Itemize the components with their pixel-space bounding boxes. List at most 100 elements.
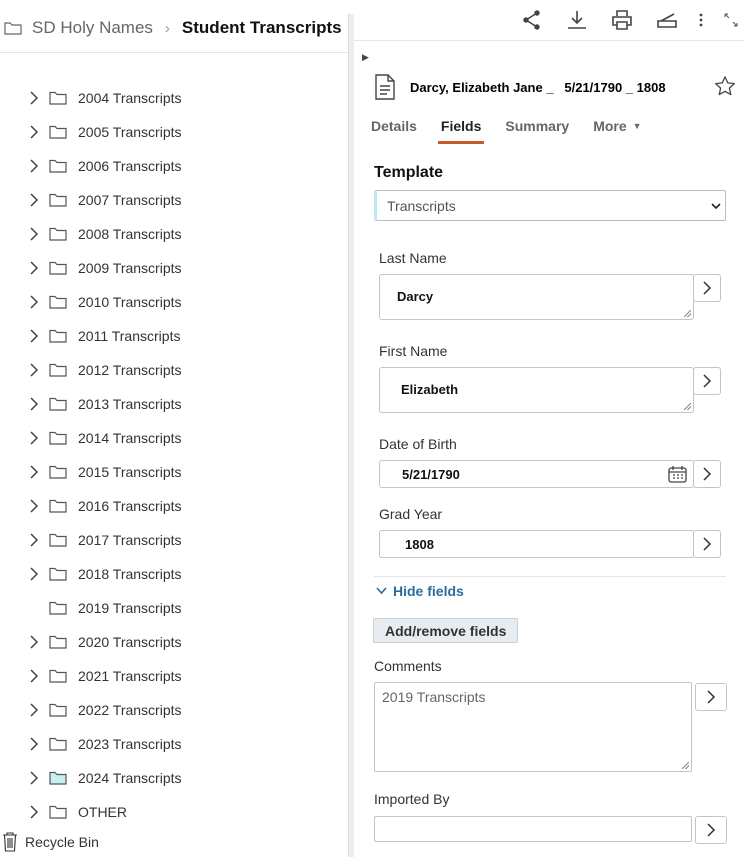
chevron-right-icon[interactable] [28,397,40,411]
breadcrumb-current: Student Transcripts [181,18,342,37]
chevron-right-icon[interactable] [28,737,40,751]
tree-item[interactable]: 2023 Transcripts [0,727,348,761]
tab-more[interactable]: More ▼ [593,112,641,144]
chevron-right-icon[interactable] [28,533,40,547]
tree-item[interactable]: 2024 Transcripts [0,761,348,795]
tree-item-label: 2024 Transcripts [78,770,182,786]
chevron-right-icon[interactable] [28,91,40,105]
imported-by-field[interactable] [374,816,692,842]
last-name-nav-button[interactable] [693,274,721,302]
tree-item[interactable]: 2016 Transcripts [0,489,348,523]
tree-item[interactable]: 2020 Transcripts [0,625,348,659]
chevron-right-icon[interactable] [28,227,40,241]
template-select[interactable]: Transcripts [374,190,726,221]
chevron-right-icon[interactable] [28,499,40,513]
chevron-right-icon[interactable] [28,363,40,377]
tree-item[interactable]: 2010 Transcripts [0,285,348,319]
tree-item[interactable]: 2022 Transcripts [0,693,348,727]
star-icon[interactable] [714,75,736,97]
chevron-right-icon[interactable] [28,771,40,785]
breadcrumb-separator: › [164,19,170,37]
chevron-right-icon [703,537,712,551]
tree-item-label: 2013 Transcripts [78,396,182,412]
dob-label: Date of Birth [379,436,457,452]
tree-item[interactable]: 2004 Transcripts [0,81,348,115]
tree-item[interactable]: 2009 Transcripts [0,251,348,285]
chevron-right-icon[interactable] [28,805,40,819]
add-remove-fields-button[interactable]: Add/remove fields [373,618,519,643]
last-name-field[interactable]: Darcy [379,274,694,320]
folder-icon [49,499,67,513]
chevron-right-icon[interactable] [28,669,40,683]
hide-fields-toggle[interactable]: Hide fields [376,583,464,599]
tree-item[interactable]: 2017 Transcripts [0,523,348,557]
tree-item[interactable]: 2018 Transcripts [0,557,348,591]
chevron-right-icon[interactable] [28,703,40,717]
more-vertical-icon[interactable] [694,9,708,31]
chevron-right-icon[interactable] [28,295,40,309]
last-name-label: Last Name [379,250,447,266]
tree-item[interactable]: 2011 Transcripts [0,319,348,353]
print-icon[interactable] [611,9,633,31]
chevron-right-icon[interactable] [28,635,40,649]
imported-by-nav-button[interactable] [695,816,727,844]
comments-label: Comments [374,658,442,674]
tab-summary[interactable]: Summary [505,112,569,144]
tab-bar: Details Fields Summary More ▼ [371,112,666,144]
tree-item[interactable]: 2006 Transcripts [0,149,348,183]
grad-year-label: Grad Year [379,506,443,522]
tree-item-label: 2007 Transcripts [78,192,182,208]
comments-field[interactable]: 2019 Transcripts [374,682,692,772]
first-name-field[interactable]: Elizabeth [379,367,694,413]
tree-item-label: OTHER [78,804,127,820]
tree-item[interactable]: 2014 Transcripts [0,421,348,455]
tab-fields[interactable]: Fields [437,112,485,144]
chevron-right-icon[interactable] [28,465,40,479]
tree-item[interactable]: 2021 Transcripts [0,659,348,693]
dob-field[interactable]: 5/21/1790 [379,460,694,488]
tab-details[interactable]: Details [371,112,417,144]
tree-item-label: 2021 Transcripts [78,668,182,684]
grad-year-field[interactable]: 1808 [379,530,694,558]
grad-year-nav-button[interactable] [693,530,721,558]
share-icon[interactable] [521,9,543,31]
folder-icon [49,601,67,615]
tree-item-label: 2019 Transcripts [78,600,182,616]
template-value: Transcripts [387,197,456,214]
folder-icon [49,261,67,275]
tree-item[interactable]: OTHER [0,795,348,829]
breadcrumb-root[interactable]: SD Holy Names [32,18,153,38]
recycle-bin[interactable]: Recycle Bin [2,832,99,852]
tree-item-label: 2020 Transcripts [78,634,182,650]
tree-item[interactable]: 2015 Transcripts [0,455,348,489]
folder-icon [49,567,67,581]
collapse-toggle-icon[interactable]: ▶ [362,52,369,63]
chevron-right-icon[interactable] [28,159,40,173]
folder-icon [49,329,67,343]
chevron-right-icon[interactable] [28,567,40,581]
tree-item[interactable]: 2019 Transcripts [0,591,348,625]
first-name-nav-button[interactable] [693,367,721,395]
tree-item[interactable]: 2012 Transcripts [0,353,348,387]
tree-item[interactable]: 2007 Transcripts [0,183,348,217]
first-name-label: First Name [379,343,448,359]
expand-icon[interactable] [724,9,738,31]
download-icon[interactable] [566,9,588,31]
folder-icon [49,533,67,547]
calendar-icon[interactable] [668,465,687,483]
tree-item[interactable]: 2005 Transcripts [0,115,348,149]
chevron-right-icon[interactable] [28,431,40,445]
chevron-right-icon[interactable] [28,329,40,343]
chevron-right-icon[interactable] [28,193,40,207]
scan-icon[interactable] [656,9,678,31]
divider [0,52,348,53]
tree-item[interactable]: 2013 Transcripts [0,387,348,421]
chevron-right-icon[interactable] [28,125,40,139]
document-header: Darcy, Elizabeth Jane _ 5/21/1790 _ 1808 [374,72,736,102]
tree-item[interactable]: 2008 Transcripts [0,217,348,251]
chevron-right-icon[interactable] [28,261,40,275]
comments-nav-button[interactable] [695,683,727,711]
recycle-bin-label: Recycle Bin [25,834,99,850]
dob-nav-button[interactable] [693,460,721,488]
chevron-down-icon [376,587,387,595]
